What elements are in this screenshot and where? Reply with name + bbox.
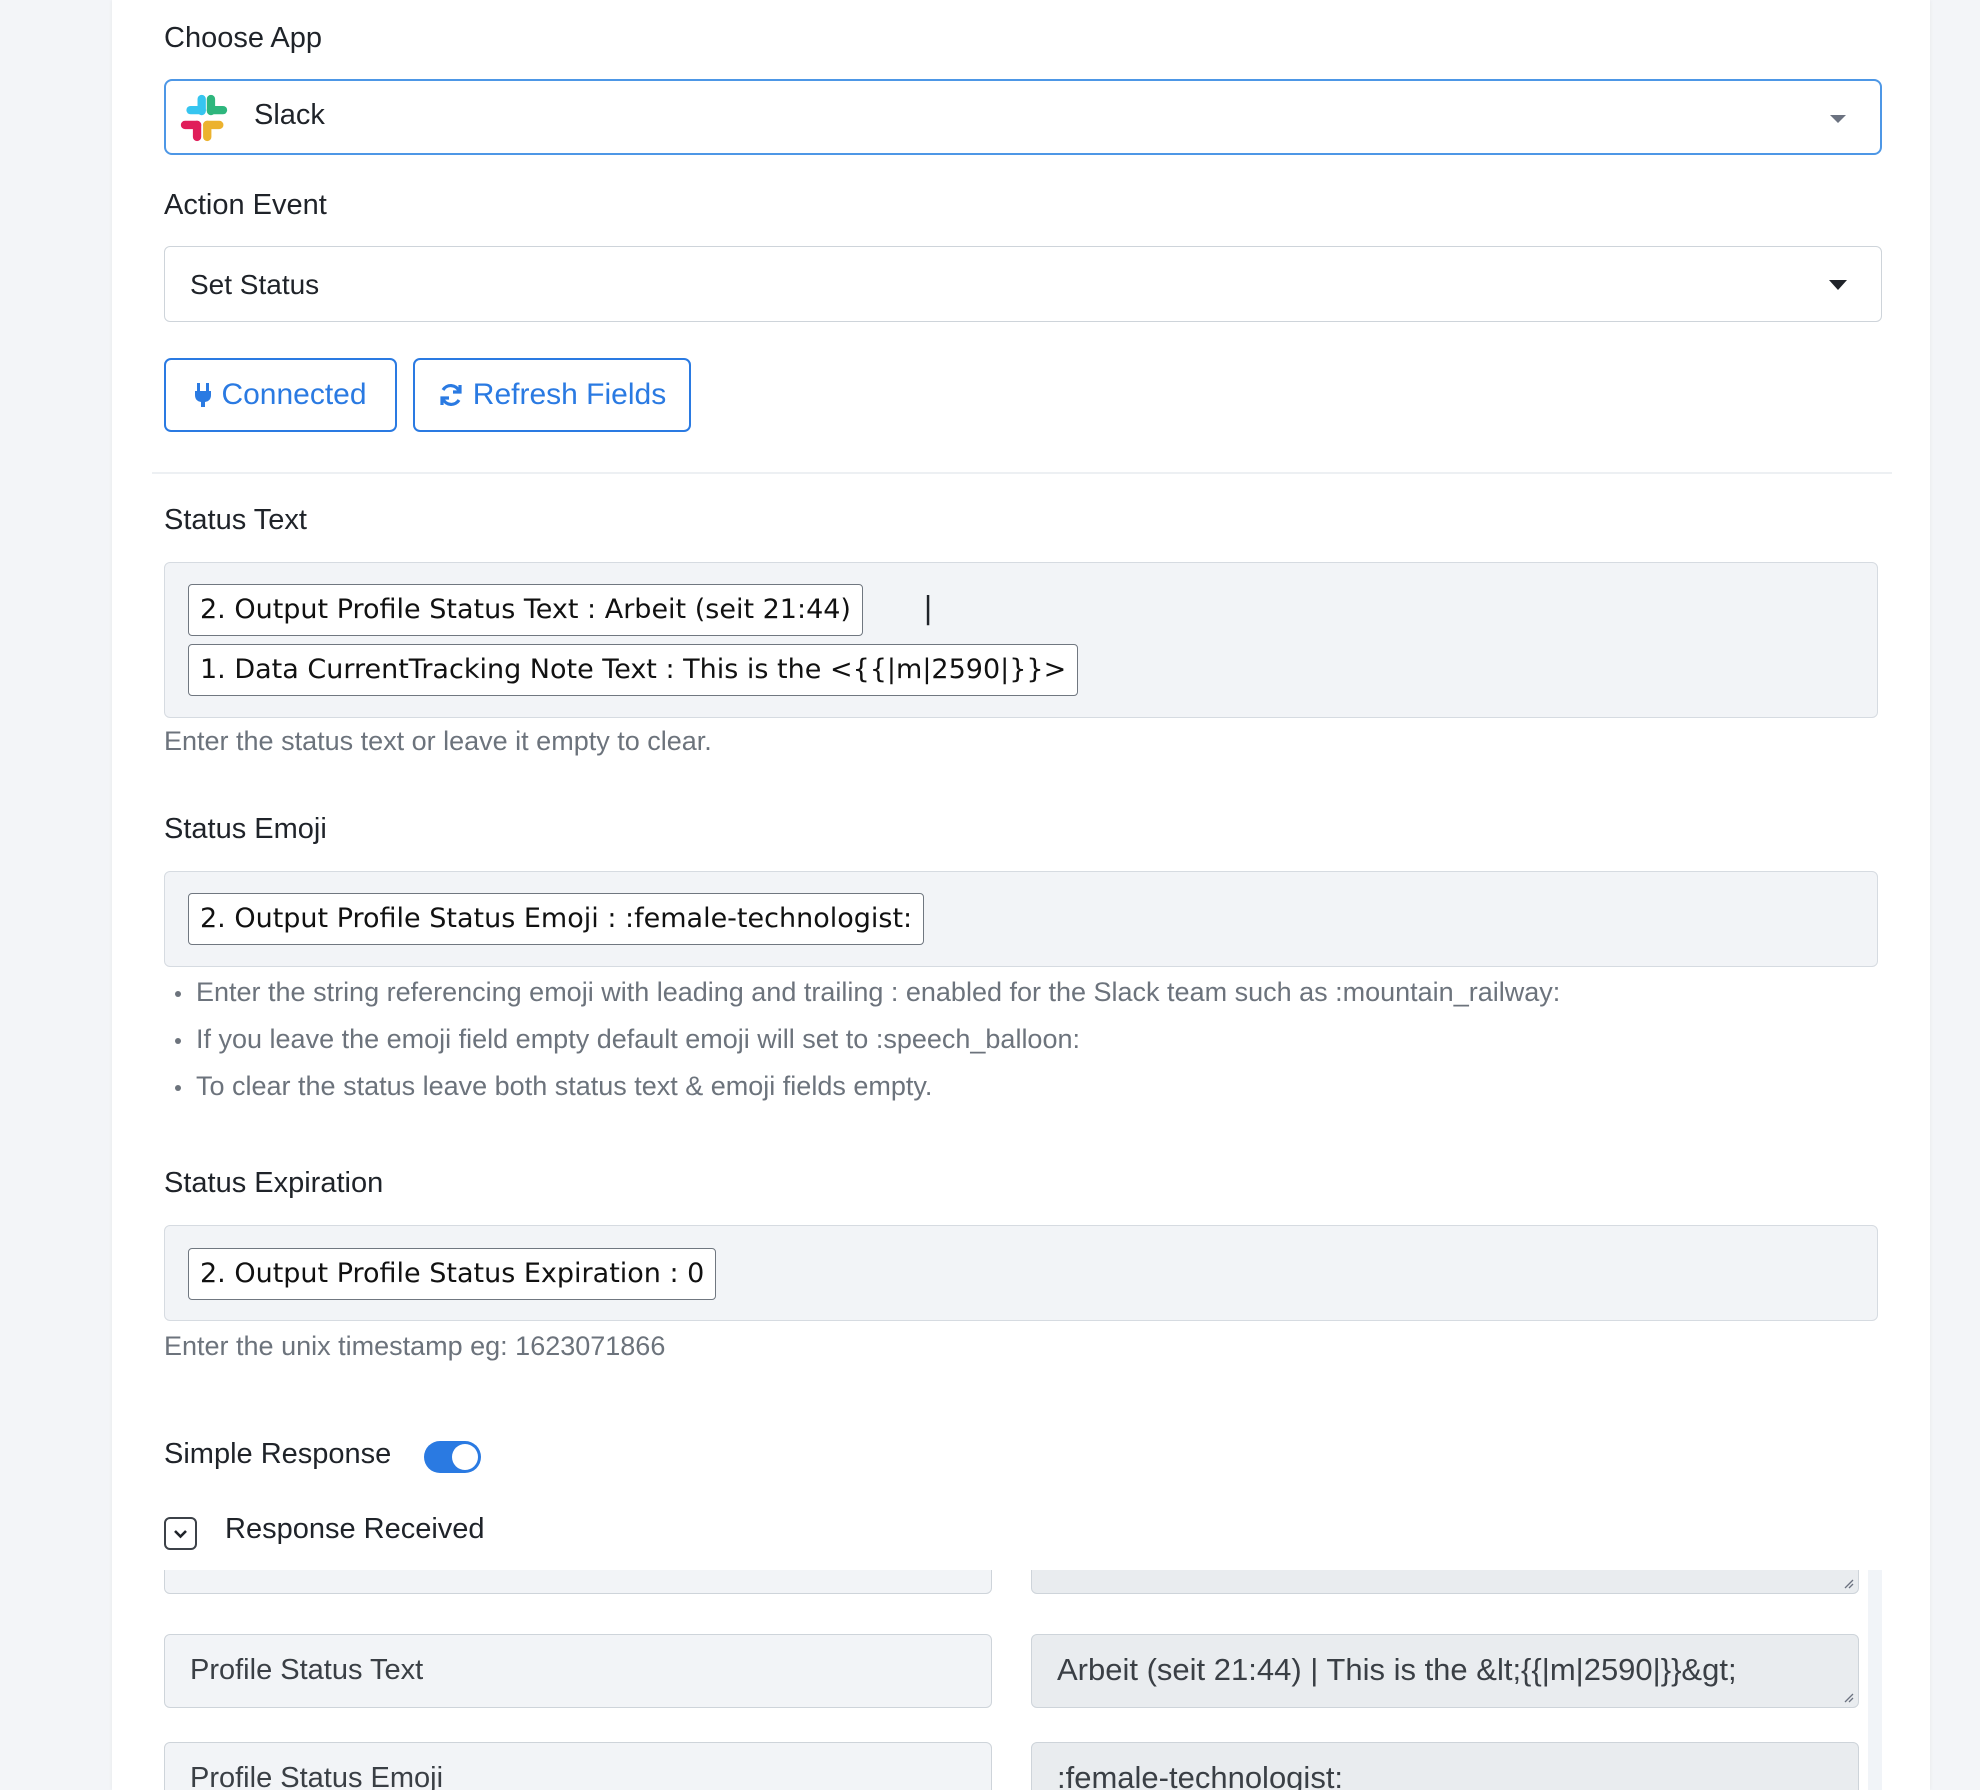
response-value-field[interactable]: :female-technologist: [1031, 1742, 1859, 1790]
chevron-down-icon [1830, 115, 1846, 123]
refresh-icon [440, 384, 462, 406]
status-text-field[interactable]: 2. Output Profile Status Text : Arbeit (… [164, 562, 1878, 718]
action-event-label: Action Event [164, 189, 327, 221]
status-expiration-label: Status Expiration [164, 1167, 384, 1199]
resize-handle-icon[interactable] [1842, 1691, 1854, 1703]
status-text-help: Enter the status text or leave it empty … [164, 726, 712, 756]
status-emoji-label: Status Emoji [164, 813, 327, 845]
action-config-card: Choose App Slack Action Event Set Status… [112, 0, 1930, 1790]
chevron-down-icon [174, 1530, 187, 1539]
action-event-select[interactable]: Set Status [164, 246, 1882, 322]
status-emoji-token[interactable]: 2. Output Profile Status Emoji : :female… [188, 893, 925, 945]
toggle-knob [452, 1444, 478, 1470]
response-collapse-button[interactable] [164, 1517, 197, 1550]
response-value-field[interactable] [1031, 1570, 1859, 1594]
response-value-text: :female-technologist: [1057, 1760, 1344, 1790]
caret-down-icon [1829, 280, 1847, 290]
slack-logo-icon [180, 94, 228, 142]
simple-response-toggle[interactable] [424, 1441, 481, 1473]
status-expiration-field[interactable]: 2. Output Profile Status Expiration : 0 [164, 1225, 1878, 1321]
status-expiration-help: Enter the unix timestamp eg: 1623071866 [164, 1331, 666, 1361]
help-item: Enter the string referencing emoji with … [172, 974, 1560, 1021]
resize-handle-icon[interactable] [1842, 1577, 1854, 1589]
status-text-label: Status Text [164, 504, 307, 536]
response-value-text: Arbeit (seit 21:44) | This is the &lt;{{… [1057, 1652, 1737, 1687]
selected-event-name: Set Status [190, 269, 320, 300]
choose-app-select[interactable]: Slack [164, 79, 1882, 155]
connected-label: Connected [221, 378, 367, 411]
scrollbar-track[interactable] [1868, 1570, 1882, 1790]
selected-app-name: Slack [254, 99, 325, 131]
refresh-fields-button[interactable]: Refresh Fields [413, 358, 691, 432]
response-key-field[interactable]: Profile Status Text [164, 1634, 992, 1708]
connected-button[interactable]: Connected [164, 358, 397, 432]
response-key-field[interactable] [164, 1570, 992, 1594]
status-text-token-2[interactable]: 1. Data CurrentTracking Note Text : This… [188, 644, 1079, 696]
help-item: To clear the status leave both status te… [172, 1068, 1560, 1115]
token-separator: | [923, 591, 934, 626]
status-emoji-field[interactable]: 2. Output Profile Status Emoji : :female… [164, 871, 1878, 967]
response-received-label: Response Received [225, 1513, 485, 1545]
choose-app-label: Choose App [164, 22, 323, 54]
response-key-field[interactable]: Profile Status Emoji [164, 1742, 992, 1790]
refresh-fields-label: Refresh Fields [472, 378, 667, 411]
plug-icon [195, 383, 212, 407]
response-table[interactable]: Profile Status Text Arbeit (seit 21:44) … [152, 1570, 1882, 1790]
status-emoji-help-list: Enter the string referencing emoji with … [172, 974, 1560, 1115]
response-value-field[interactable]: Arbeit (seit 21:44) | This is the &lt;{{… [1031, 1634, 1859, 1708]
status-expiration-token[interactable]: 2. Output Profile Status Expiration : 0 [188, 1248, 717, 1300]
status-text-token-1[interactable]: 2. Output Profile Status Text : Arbeit (… [188, 584, 863, 636]
simple-response-label: Simple Response [164, 1438, 392, 1470]
section-divider [152, 472, 1892, 474]
help-item: If you leave the emoji field empty defau… [172, 1021, 1560, 1068]
